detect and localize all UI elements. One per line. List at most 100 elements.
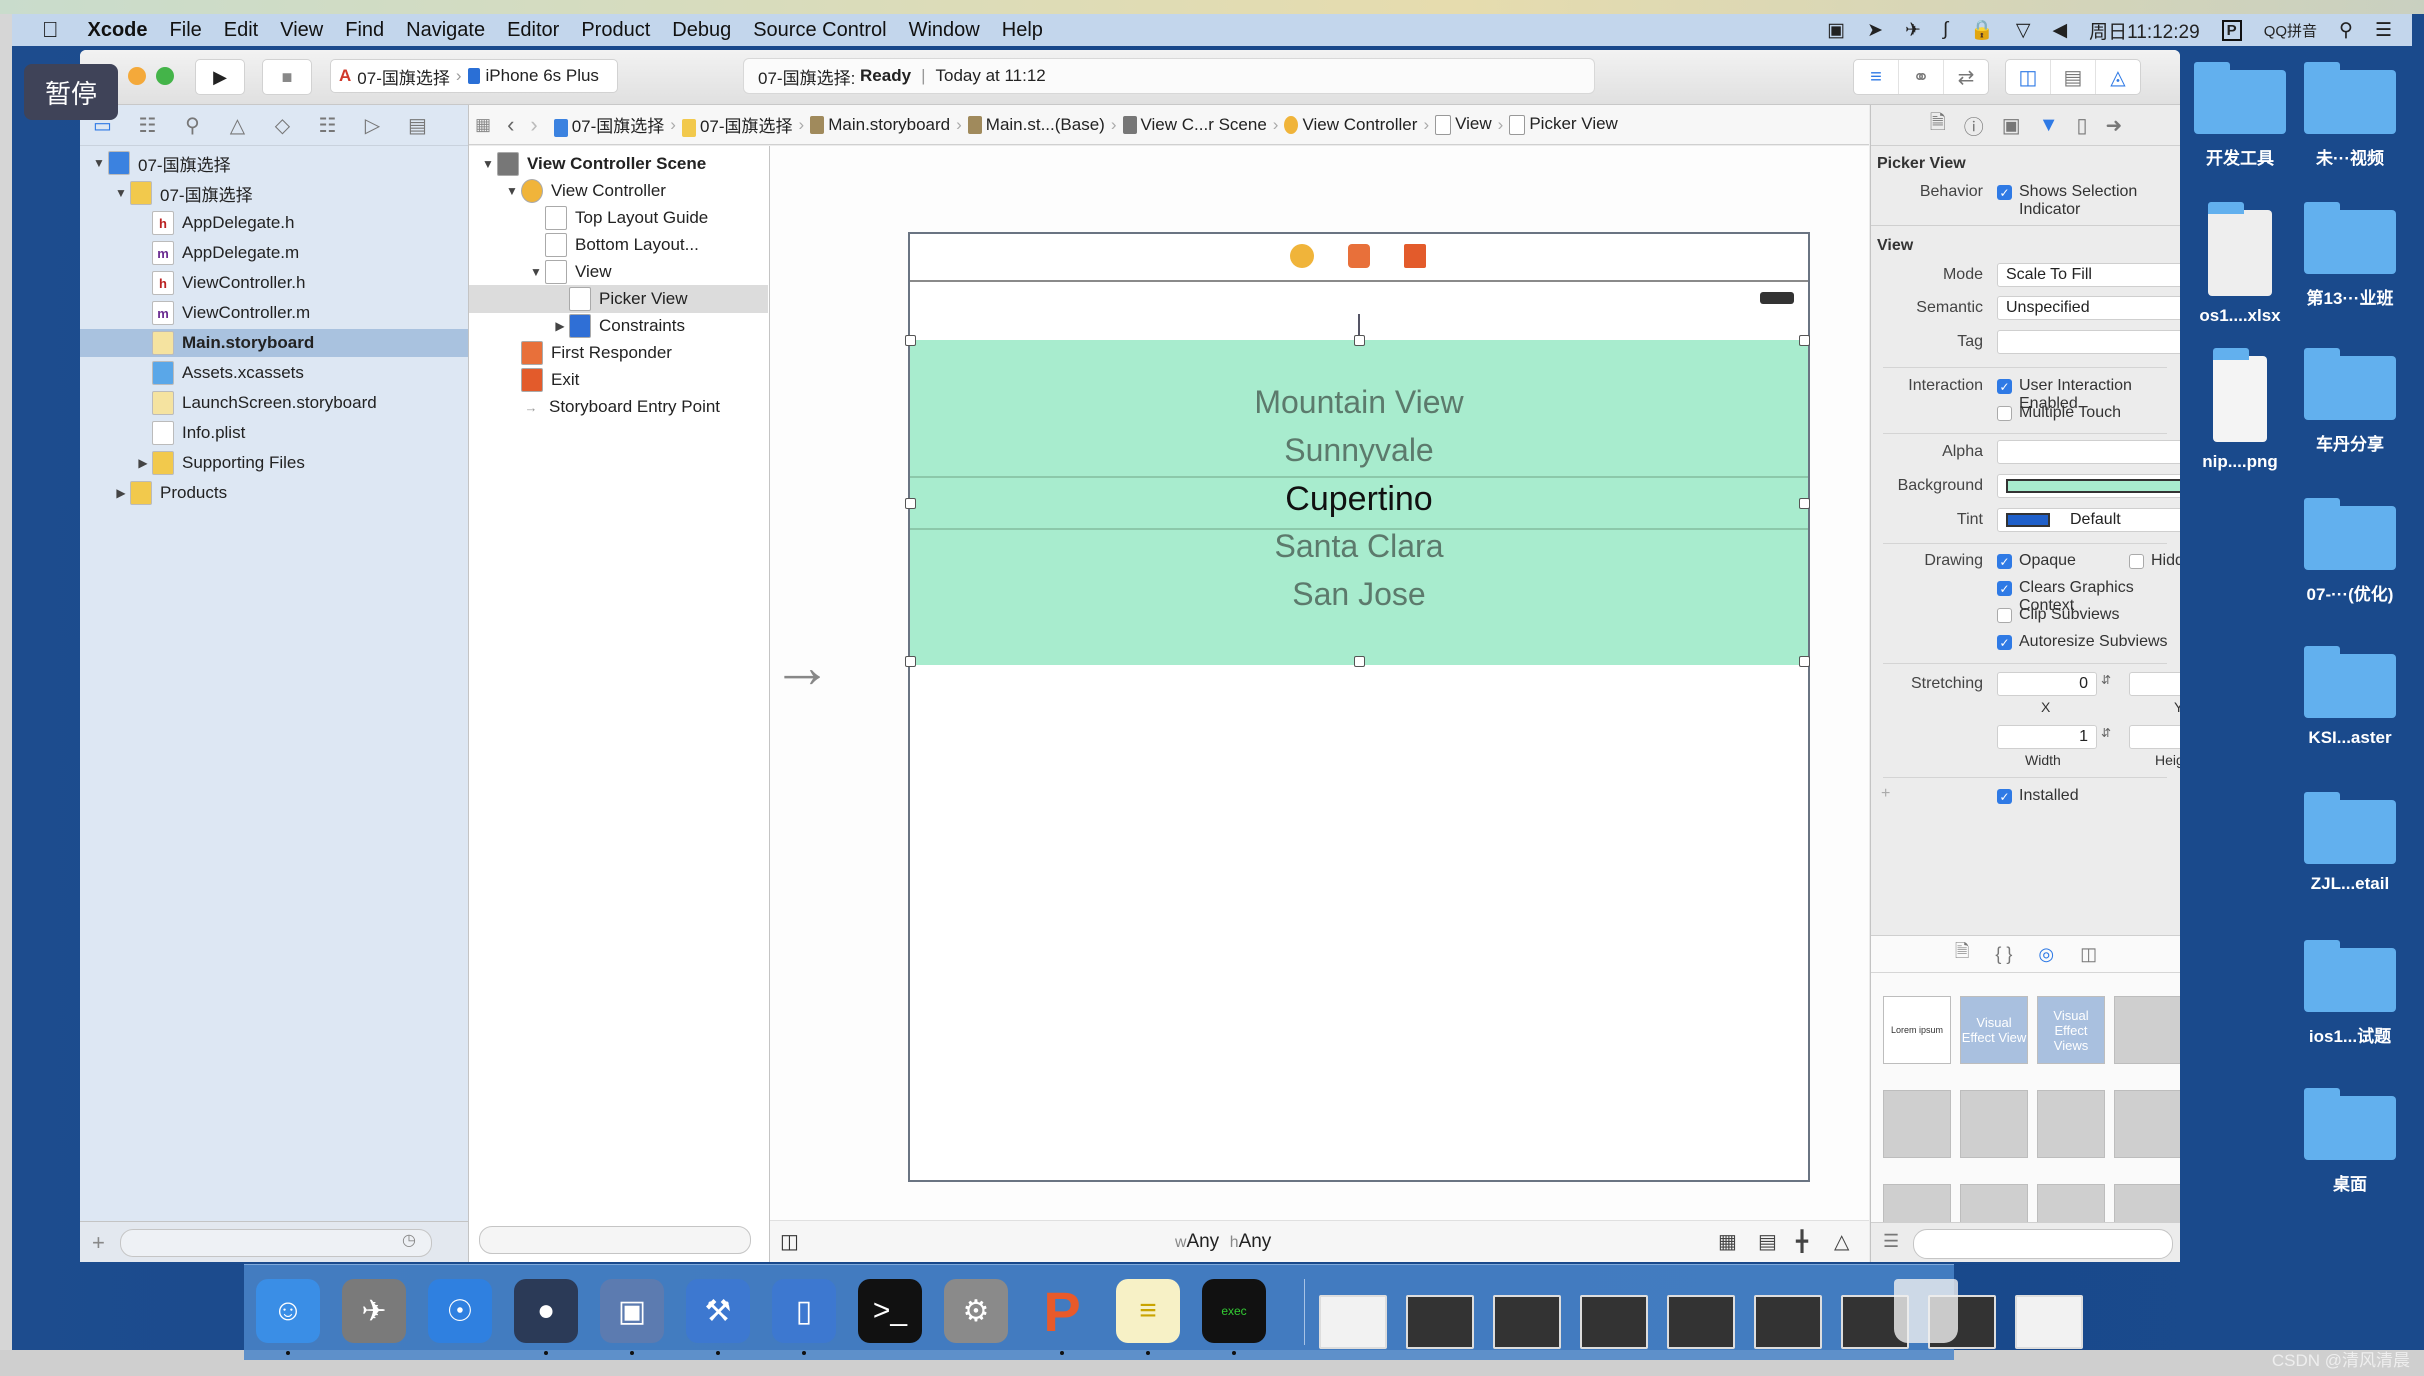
align-icon[interactable]: ▤	[1758, 1229, 1777, 1254]
navigator-item[interactable]: m AppDelegate.m	[80, 239, 468, 267]
picker-row[interactable]: Cupertino	[910, 480, 1808, 519]
outline-item[interactable]: Exit	[469, 366, 768, 394]
minimized-window-thumbnail[interactable]	[1319, 1295, 1387, 1349]
recent-files-icon[interactable]: ◷	[402, 1230, 416, 1250]
navigator-item[interactable]: ▼ 07-国旗选择	[80, 149, 468, 177]
screen-record-icon[interactable]: ▣	[1827, 19, 1845, 42]
dock-app-simulator-icon[interactable]: ▯	[772, 1279, 836, 1343]
autoresize-subviews-checkbox[interactable]: ✓	[1997, 635, 2012, 650]
file-inspector-icon[interactable]: 🗎	[1930, 108, 1946, 142]
resize-handle[interactable]	[1799, 498, 1810, 509]
user-interaction-checkbox[interactable]: ✓	[1997, 379, 2012, 394]
dock-app-video-icon[interactable]: ▣	[600, 1279, 664, 1343]
navigator-item[interactable]: h AppDelegate.h	[80, 209, 468, 237]
breadcrumb-item[interactable]: View C...r Scene	[1122, 115, 1267, 135]
navigator-item[interactable]: Info.plist	[80, 419, 468, 447]
stop-button[interactable]: ■	[262, 59, 312, 95]
navigator-item[interactable]: ▼ 07-国旗选择	[80, 179, 468, 207]
volume-icon[interactable]: ◀	[2052, 19, 2067, 42]
disclosure-collapsed-icon[interactable]: ▶	[134, 456, 152, 470]
find-navigator-icon[interactable]: ⚲	[170, 113, 215, 138]
tint-select[interactable]: Default⇵	[1997, 508, 2180, 532]
alpha-field[interactable]: 1	[1997, 440, 2180, 464]
input-method-label[interactable]: QQ拼音	[2264, 20, 2317, 41]
version-editor-icon[interactable]: ⇄	[1944, 60, 1988, 94]
dock-app-launchpad-icon[interactable]: ✈	[342, 1279, 406, 1343]
menu-product[interactable]: Product	[581, 19, 650, 42]
identity-inspector-icon[interactable]: ▣	[2002, 113, 2021, 138]
outline-item[interactable]: ▶ Constraints	[469, 312, 768, 340]
resize-handle[interactable]	[905, 656, 916, 667]
scheme-selector[interactable]: A 07-国旗选择 › iPhone 6s Plus	[330, 59, 618, 93]
menu-navigate[interactable]: Navigate	[406, 19, 485, 42]
code-snippet-library-icon[interactable]: { }	[1995, 944, 2012, 965]
run-button[interactable]: ▶	[195, 59, 245, 95]
connections-inspector-icon[interactable]: ➜	[2106, 113, 2123, 138]
stretch-width-field[interactable]: 1	[1997, 725, 2097, 749]
background-color-well[interactable]: ⇵	[1997, 474, 2180, 498]
breadcrumb-item[interactable]: Main.storyboard	[810, 115, 950, 135]
airplane-icon[interactable]: ✈	[1905, 19, 1921, 42]
library-item[interactable]: Visual Effect Views	[2037, 996, 2105, 1064]
dock-app-console-icon[interactable]: exec	[1202, 1279, 1266, 1343]
disclosure-expanded-icon[interactable]: ▼	[112, 186, 130, 200]
menu-debug[interactable]: Debug	[672, 19, 731, 42]
outline-item[interactable]: First Responder	[469, 339, 768, 367]
size-inspector-icon[interactable]: ▯	[2077, 113, 2088, 138]
resize-handle[interactable]	[1354, 335, 1365, 346]
outline-item[interactable]: → Storyboard Entry Point	[469, 393, 768, 421]
hidden-checkbox[interactable]	[2129, 554, 2144, 569]
attributes-inspector-icon[interactable]: ▼	[2039, 114, 2059, 137]
lock-icon[interactable]: 🔒	[1970, 18, 1994, 42]
outline-filter-input[interactable]	[479, 1226, 751, 1254]
bluetooth-icon[interactable]: ∫	[1943, 19, 1948, 41]
minimized-window-thumbnail[interactable]	[1493, 1295, 1561, 1349]
desktop-item[interactable]: KSI...aster	[2290, 646, 2410, 748]
symbol-navigator-icon[interactable]: ☷	[125, 113, 170, 138]
library-item[interactable]: Compass	[2114, 1090, 2180, 1158]
minimized-window-thumbnail[interactable]	[1754, 1295, 1822, 1349]
issue-navigator-icon[interactable]: △	[215, 113, 260, 138]
resize-handle[interactable]	[1799, 656, 1810, 667]
spotlight-search-icon[interactable]: ⚲	[2339, 19, 2353, 42]
desktop-item[interactable]: 第13···业班	[2290, 202, 2410, 309]
stretch-height-field[interactable]: 1	[2129, 725, 2180, 749]
minimized-window-thumbnail[interactable]	[2015, 1295, 2083, 1349]
multiple-touch-checkbox[interactable]	[1997, 406, 2012, 421]
shows-selection-indicator-checkbox[interactable]: ✓	[1997, 185, 2012, 200]
tag-field[interactable]: 0	[1997, 330, 2180, 354]
toggle-utilities-icon[interactable]: ◬	[2096, 60, 2140, 94]
storyboard-canvas[interactable]: → Mountain View Sunnyvale Cupertino Santa C…	[770, 146, 1869, 1262]
resize-handle[interactable]	[905, 498, 916, 509]
view-controller-icon[interactable]	[1290, 244, 1314, 268]
dock-app-keynote-icon[interactable]: P	[1030, 1279, 1094, 1343]
picker-row[interactable]: San Jose	[910, 576, 1808, 613]
dock-app-terminal-icon[interactable]: >_	[858, 1279, 922, 1343]
related-items-icon[interactable]: ▦	[475, 115, 491, 135]
breadcrumb-item[interactable]: 07-国旗选择	[681, 112, 793, 137]
stack-icon[interactable]: ▦	[1718, 1229, 1737, 1254]
opaque-checkbox[interactable]: ✓	[1997, 554, 2012, 569]
navigator-item[interactable]: h ViewController.h	[80, 269, 468, 297]
minimized-window-thumbnail[interactable]	[1667, 1295, 1735, 1349]
file-template-library-icon[interactable]: 🗎	[1955, 939, 1969, 969]
picker-row[interactable]: Santa Clara	[910, 528, 1808, 565]
view-controller-scene[interactable]: Mountain View Sunnyvale Cupertino Santa Cla…	[905, 232, 1810, 1182]
outline-item[interactable]: ▼ View Controller Scene	[469, 150, 768, 178]
desktop-item[interactable]: 未···视频	[2290, 62, 2410, 169]
stretch-x-field[interactable]: 0	[1997, 672, 2097, 696]
breakpoint-navigator-icon[interactable]: ▷	[350, 113, 395, 138]
standard-editor-icon[interactable]: ≡	[1854, 60, 1899, 94]
minimized-window-thumbnail[interactable]	[1580, 1295, 1648, 1349]
breadcrumb-item[interactable]: View Controller	[1284, 115, 1417, 135]
input-method-icon[interactable]: P	[2221, 19, 2242, 41]
clip-subviews-checkbox[interactable]	[1997, 608, 2012, 623]
picker-view[interactable]: Mountain View Sunnyvale Cupertino Santa Cla…	[905, 335, 1810, 667]
breadcrumb-item[interactable]: Main.st...(Base)	[967, 115, 1105, 135]
outline-item[interactable]: Top Layout Guide	[469, 204, 768, 232]
menu-clock[interactable]: 周日11:12:29	[2089, 17, 2200, 44]
outline-item[interactable]: ▼ View Controller	[469, 177, 768, 205]
library-item[interactable]: GLKit View	[1883, 1090, 1951, 1158]
menu-edit[interactable]: Edit	[224, 19, 258, 42]
picker-row[interactable]: Mountain View	[910, 384, 1808, 421]
